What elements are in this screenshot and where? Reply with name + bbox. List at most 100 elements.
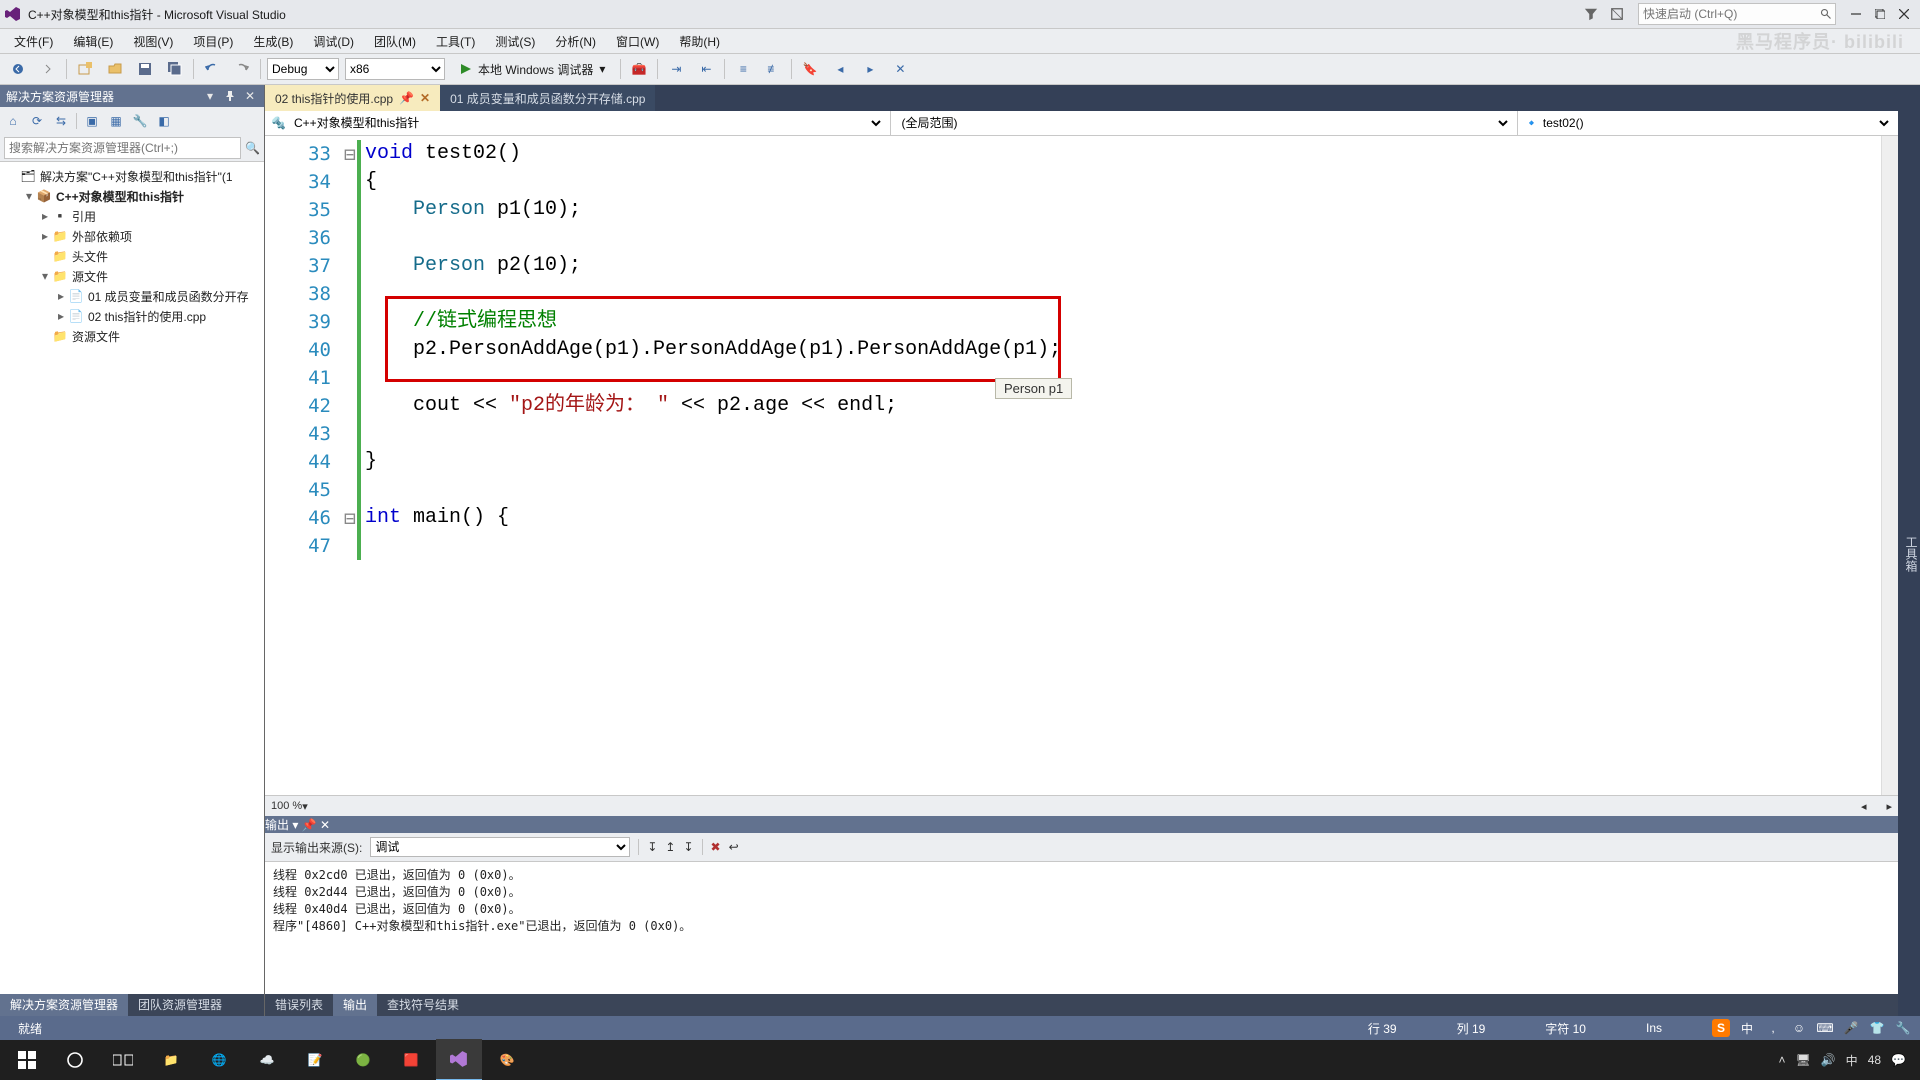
collapse-icon[interactable]: ▣ (83, 112, 101, 130)
ime-smile-icon[interactable]: ☺ (1790, 1019, 1808, 1037)
prev-bm-icon[interactable]: ◂ (828, 57, 852, 81)
start-button[interactable] (4, 1040, 50, 1080)
quick-launch[interactable] (1638, 3, 1836, 25)
notes-icon[interactable]: 📝 (292, 1040, 338, 1080)
tree-resources[interactable]: 📁资源文件 (0, 326, 264, 346)
tray-notification-icon[interactable]: 💬 (1891, 1053, 1906, 1067)
cloud-icon[interactable]: ☁️ (244, 1040, 290, 1080)
tree-external[interactable]: ▸📁外部依赖项 (0, 226, 264, 246)
pin-icon[interactable]: 📌 (399, 91, 414, 105)
menu-edit[interactable]: 编辑(E) (65, 31, 121, 52)
vs-taskbar-icon[interactable] (436, 1039, 482, 1080)
explorer-icon[interactable]: 📁 (148, 1040, 194, 1080)
tree-solution[interactable]: 🗂解决方案"C++对象模型和this指针"(1 (0, 166, 264, 186)
step2-icon[interactable]: ⇤ (694, 57, 718, 81)
browser-icon[interactable]: 🌐 (196, 1040, 242, 1080)
clear-icon[interactable]: ✖ (711, 840, 721, 854)
ime-keyboard-icon[interactable]: ⌨ (1816, 1019, 1834, 1037)
ime-lang-icon[interactable]: 中 (1738, 1019, 1756, 1037)
new-project-button[interactable] (73, 57, 97, 81)
tray-chevron-icon[interactable]: ˄ (1778, 1053, 1785, 1067)
properties-icon[interactable]: 🔧 (131, 112, 149, 130)
filter-icon[interactable] (1581, 4, 1601, 24)
close-panel-icon[interactable]: ✕ (320, 818, 330, 832)
uncomment-icon[interactable]: ≢ (761, 57, 785, 81)
start-debug-button[interactable]: 本地 Windows 调试器 ▾ (451, 57, 614, 81)
menu-file[interactable]: 文件(F) (6, 31, 61, 52)
maximize-button[interactable] (1868, 2, 1892, 26)
back-button[interactable] (6, 57, 30, 81)
solution-search-input[interactable] (4, 137, 241, 159)
tree-src2[interactable]: ▸📄02 this指针的使用.cpp (0, 306, 264, 326)
tab-find-symbol[interactable]: 查找符号结果 (377, 994, 469, 1016)
green-app-icon[interactable]: 🟢 (340, 1040, 386, 1080)
clear-bm-icon[interactable]: ✕ (888, 57, 912, 81)
next-icon[interactable]: ↧ (683, 840, 693, 854)
pin-icon[interactable]: 📌 (302, 818, 317, 832)
dropdown-icon[interactable]: ▾ (292, 818, 298, 832)
menu-help[interactable]: 帮助(H) (671, 31, 728, 52)
tray-display-icon[interactable]: 🖥 (1795, 1053, 1810, 1067)
menu-view[interactable]: 视图(V) (125, 31, 181, 52)
tab-solution-explorer[interactable]: 解决方案资源管理器 (0, 994, 128, 1016)
menu-window[interactable]: 窗口(W) (608, 31, 667, 52)
menu-debug[interactable]: 调试(D) (305, 31, 362, 52)
save-all-button[interactable] (163, 57, 187, 81)
code-editor[interactable]: 33⊟ void test02()34 {35 Person p1(10);36… (265, 136, 1898, 795)
red-app-icon[interactable]: 🟥 (388, 1040, 434, 1080)
tray-ime-icon[interactable]: 中 (1846, 1052, 1858, 1069)
tray-volume-icon[interactable]: 🔊 (1821, 1053, 1836, 1067)
next-bm-icon[interactable]: ▸ (858, 57, 882, 81)
ime-mic-icon[interactable]: 🎤 (1842, 1019, 1860, 1037)
search-icon[interactable]: 🔍 (245, 141, 260, 155)
step-icon[interactable]: ⇥ (664, 57, 688, 81)
bookmark-icon[interactable]: 🔖 (798, 57, 822, 81)
wrap-icon[interactable]: ↩ (729, 840, 739, 854)
tree-references[interactable]: ▸▪️引用 (0, 206, 264, 226)
showall-icon[interactable]: ▦ (107, 112, 125, 130)
undo-button[interactable] (200, 57, 224, 81)
h-scroll-left[interactable]: ◂ (1861, 800, 1867, 813)
output-source-dropdown[interactable]: 调试 (370, 837, 630, 857)
ime-skin-icon[interactable]: 👕 (1868, 1019, 1886, 1037)
sogou-ime-icon[interactable]: S (1712, 1019, 1730, 1037)
quick-launch-input[interactable] (1639, 5, 1817, 23)
prev-icon[interactable]: ↥ (665, 840, 675, 854)
paint-icon[interactable]: 🎨 (484, 1040, 530, 1080)
nav-class-dropdown[interactable]: (全局范围) (897, 115, 1510, 131)
close-tab-icon[interactable]: ✕ (420, 91, 430, 105)
toolbox-icon[interactable]: 🧰 (627, 57, 651, 81)
tree-src1[interactable]: ▸📄01 成员变量和成员函数分开存 (0, 286, 264, 306)
comment-icon[interactable]: ≡ (731, 57, 755, 81)
zoom-level[interactable]: 100 % (271, 800, 302, 812)
right-toolbox-strip[interactable]: 工具箱 (1898, 85, 1920, 1016)
platform-dropdown[interactable]: x86 (345, 58, 445, 80)
ime-punct-icon[interactable]: , (1764, 1019, 1782, 1037)
tree-project[interactable]: ▾📦C++对象模型和this指针 (0, 186, 264, 206)
dropdown-icon[interactable]: ▾ (202, 88, 218, 104)
config-dropdown[interactable]: Debug (267, 58, 339, 80)
nav-scope-dropdown[interactable]: C++对象模型和this指针 (290, 115, 885, 131)
menu-project[interactable]: 项目(P) (185, 31, 241, 52)
editor-tab-2[interactable]: 01 成员变量和成员函数分开存储.cpp (440, 85, 655, 111)
menu-build[interactable]: 生成(B) (245, 31, 301, 52)
ime-tool-icon[interactable]: 🔧 (1894, 1019, 1912, 1037)
menu-team[interactable]: 团队(M) (366, 31, 424, 52)
taskview-button[interactable] (100, 1040, 146, 1080)
tray-time[interactable]: 48 (1868, 1053, 1881, 1067)
redo-button[interactable] (230, 57, 254, 81)
pin-icon[interactable] (222, 88, 238, 104)
nav-member-dropdown[interactable]: test02() (1539, 115, 1892, 131)
close-button[interactable] (1892, 2, 1916, 26)
search-icon[interactable] (1817, 5, 1835, 23)
menu-test[interactable]: 测试(S) (487, 31, 543, 52)
goto-icon[interactable]: ↧ (647, 840, 657, 854)
menu-tools[interactable]: 工具(T) (428, 31, 483, 52)
sync-icon[interactable]: ⇆ (52, 112, 70, 130)
output-body[interactable]: 线程 0x2cd0 已退出，返回值为 0 (0x0)。 线程 0x2d44 已退… (265, 862, 1898, 994)
preview-icon[interactable]: ◧ (155, 112, 173, 130)
tab-output[interactable]: 输出 (333, 994, 377, 1016)
menu-analyze[interactable]: 分析(N) (547, 31, 604, 52)
open-button[interactable] (103, 57, 127, 81)
tree-headers[interactable]: 📁头文件 (0, 246, 264, 266)
